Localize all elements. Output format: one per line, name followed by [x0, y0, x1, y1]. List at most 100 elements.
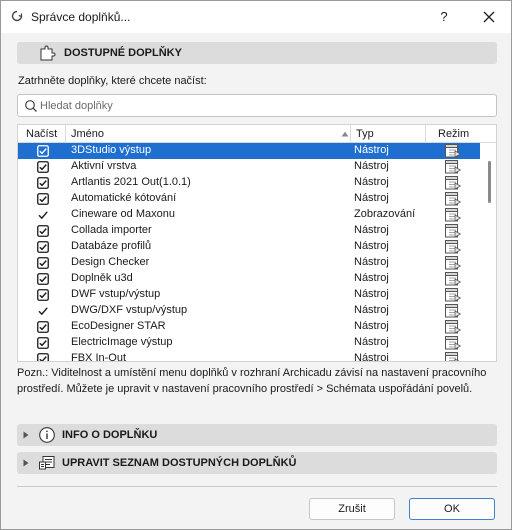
checkbox-checked-icon	[37, 161, 49, 173]
sort-ascending-icon	[341, 131, 349, 137]
checkmark-icon	[38, 211, 48, 220]
table-row[interactable]: 3DStudio výstup Nástroj	[18, 143, 480, 159]
table-row[interactable]: Artlantis 2021 Out(1.0.1) Nástroj	[18, 175, 480, 191]
section-label: UPRAVIT SEZNAM DOSTUPNÝCH DOPLŇKŮ	[62, 457, 297, 469]
load-checkbox[interactable]	[37, 321, 49, 333]
available-addons-header: DOSTUPNÉ DOPLŇKY	[17, 42, 497, 64]
load-checkbox[interactable]	[37, 289, 49, 301]
info-icon	[39, 427, 55, 443]
column-header-type[interactable]: Typ	[356, 128, 374, 140]
scroll-thumb[interactable]	[488, 161, 491, 203]
addon-name: DWF vstup/výstup	[71, 288, 161, 300]
section-label: DOSTUPNÉ DOPLŇKY	[64, 47, 182, 59]
help-button[interactable]: ?	[430, 6, 458, 28]
mode-icon[interactable]	[445, 288, 462, 302]
close-button[interactable]	[475, 6, 503, 28]
load-checkbox[interactable]	[37, 145, 49, 157]
addon-name: Design Checker	[71, 256, 150, 268]
mode-icon[interactable]	[445, 160, 462, 174]
note-text: Pozn.: Viditelnost a umístění menu doplň…	[17, 367, 487, 395]
checkbox-checked-icon	[37, 241, 49, 253]
vertical-scrollbar[interactable]	[484, 143, 496, 361]
edit-addon-list-header[interactable]: UPRAVIT SEZNAM DOSTUPNÝCH DOPLŇKŮ	[17, 452, 497, 474]
mode-icon[interactable]	[445, 144, 462, 158]
column-header-load[interactable]: Načíst	[26, 128, 57, 140]
search-icon	[25, 100, 37, 112]
search-input[interactable]	[40, 97, 480, 114]
addon-name: ElectricImage výstup	[71, 336, 173, 348]
table-row[interactable]: Aktivní vrstva Nástroj	[18, 159, 480, 175]
table-row[interactable]: Design Checker Nástroj	[18, 255, 480, 271]
load-checkbox[interactable]	[37, 161, 49, 173]
mode-icon[interactable]	[445, 320, 462, 334]
addon-name: FBX In-Out	[71, 352, 127, 362]
checkmark-icon	[38, 307, 48, 316]
checkbox-checked-icon	[37, 193, 49, 205]
addon-type: Nástroj	[354, 176, 389, 188]
mode-icon[interactable]	[445, 176, 462, 190]
column-divider	[425, 125, 426, 143]
mode-icon[interactable]	[445, 272, 462, 286]
addon-manager-dialog: Správce doplňků... ? DOSTUPNÉ DOPLŇKY Za…	[0, 0, 512, 530]
mode-icon[interactable]	[445, 224, 462, 238]
addon-name: Aktivní vrstva	[71, 160, 137, 172]
load-checkbox[interactable]	[37, 225, 49, 237]
cancel-button[interactable]: Zrušit	[309, 498, 395, 520]
table-header: Načíst Jméno Typ Režim	[18, 125, 496, 143]
load-checkbox[interactable]	[37, 193, 49, 205]
table-row[interactable]: EcoDesigner STAR Nástroj	[18, 319, 480, 335]
load-checkbox[interactable]	[37, 257, 49, 269]
table-row[interactable]: DWF vstup/výstup Nástroj	[18, 287, 480, 303]
section-label: INFO O DOPLŇKU	[62, 429, 158, 441]
addon-type: Nástroj	[354, 192, 389, 204]
table-row[interactable]: FBX In-Out Nástroj	[18, 351, 480, 362]
table-row[interactable]: Automatické kótování Nástroj	[18, 191, 480, 207]
instruction-text: Zatrhněte doplňky, které chcete načíst:	[18, 75, 207, 87]
column-header-mode[interactable]: Režim	[438, 128, 469, 140]
mode-icon[interactable]	[445, 240, 462, 254]
mode-icon[interactable]	[445, 192, 462, 206]
addon-type: Nástroj	[354, 320, 389, 332]
ok-button[interactable]: OK	[409, 498, 495, 520]
search-box[interactable]	[17, 94, 497, 117]
table-row[interactable]: Databáze profilů Nástroj	[18, 239, 480, 255]
load-checkbox[interactable]	[37, 337, 49, 349]
mode-icon[interactable]	[445, 352, 461, 361]
mode-icon[interactable]	[445, 336, 462, 350]
table-row[interactable]: Cineware od Maxonu Zobrazování	[18, 207, 480, 223]
checkbox-checked-icon	[37, 289, 49, 301]
addon-type: Nástroj	[354, 160, 389, 172]
load-checkbox[interactable]	[37, 353, 49, 361]
column-divider	[65, 125, 66, 143]
mode-icon[interactable]	[445, 256, 462, 270]
checkbox-checked-icon	[37, 337, 49, 349]
load-checkbox[interactable]	[37, 177, 49, 189]
load-checkbox[interactable]	[37, 209, 49, 221]
edit-list-icon	[39, 456, 55, 470]
table-row[interactable]: Collada importer Nástroj	[18, 223, 480, 239]
mode-icon[interactable]	[445, 208, 462, 222]
table-row[interactable]: DWG/DXF vstup/výstup Nástroj	[18, 303, 480, 319]
checkbox-checked-icon	[37, 273, 49, 285]
column-header-name[interactable]: Jméno	[71, 128, 104, 140]
addon-name: Doplněk u3d	[71, 272, 133, 284]
addon-name: 3DStudio výstup	[71, 144, 152, 156]
loading-icon	[11, 10, 23, 22]
addon-name: Databáze profilů	[71, 240, 152, 252]
load-checkbox[interactable]	[37, 305, 49, 317]
checkbox-checked-icon	[37, 353, 49, 361]
puzzle-icon	[40, 45, 56, 61]
mode-icon[interactable]	[445, 304, 462, 318]
addon-type: Nástroj	[354, 288, 389, 300]
checkbox-checked-icon	[37, 321, 49, 333]
addon-type: Nástroj	[354, 304, 389, 316]
table-row[interactable]: Doplněk u3d Nástroj	[18, 271, 480, 287]
addon-type: Nástroj	[354, 224, 389, 236]
load-checkbox[interactable]	[37, 241, 49, 253]
title-bar: Správce doplňků... ?	[1, 1, 511, 33]
load-checkbox[interactable]	[37, 273, 49, 285]
addon-info-header[interactable]: INFO O DOPLŇKU	[17, 424, 497, 446]
addon-name: Cineware od Maxonu	[71, 208, 175, 220]
divider	[17, 486, 497, 487]
table-row[interactable]: ElectricImage výstup Nástroj	[18, 335, 480, 351]
